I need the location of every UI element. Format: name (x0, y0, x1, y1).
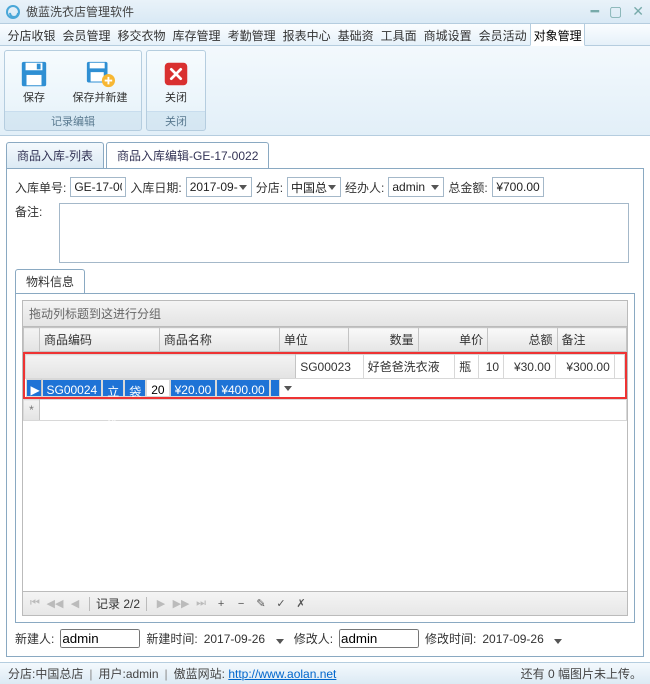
date-label: 入库日期: (130, 179, 181, 196)
modifier-label: 修改人: (294, 630, 333, 647)
save-new-label: 保存并新建 (73, 92, 128, 105)
mtime-select[interactable]: 2017-09-26 (482, 632, 566, 646)
branch-select[interactable]: 中国总 (287, 177, 341, 197)
modifier-input[interactable] (339, 629, 419, 648)
menu-item[interactable]: 考勤管理 (224, 24, 279, 45)
close-icon (160, 58, 192, 90)
status-bar: 分店: 中国总店 | 用户: admin | 傲蓝网站: http://www.… (0, 662, 650, 684)
maximize-button[interactable]: ▢ (609, 3, 622, 20)
grid-empty-area (23, 421, 627, 591)
ctime-select[interactable]: 2017-09-26 (204, 632, 288, 646)
status-branch-label: 分店: (8, 665, 35, 682)
nav-first[interactable]: ⏮ (27, 596, 43, 612)
date-select[interactable]: 2017-09- (186, 177, 252, 197)
minimize-button[interactable]: ━ (591, 3, 599, 20)
close-label: 关闭 (165, 92, 187, 105)
status-tail: 还有 0 幅图片未上传。 (521, 665, 642, 682)
remark-textarea[interactable] (59, 203, 629, 263)
creator-label: 新建人: (15, 630, 54, 647)
subtab-materials[interactable]: 物料信息 (15, 269, 85, 293)
window-title: 傲蓝洗衣店管理软件 (26, 3, 591, 20)
nav-label: 记录 2/2 (96, 595, 140, 612)
edit-panel: 入库单号: 入库日期: 2017-09- 分店: 中国总 经办人: admin … (6, 168, 644, 657)
order-no-input[interactable] (70, 177, 126, 197)
menu-item[interactable]: 对象管理 (530, 24, 585, 46)
audit-row: 新建人: 新建时间: 2017-09-26 修改人: 修改时间: 2017-09… (15, 629, 635, 648)
ribbon: 保存 保存并新建 记录编辑 关闭 关闭 (0, 46, 650, 136)
nav-next[interactable]: ▶ (153, 596, 169, 612)
nav-prev[interactable]: ◀ (67, 596, 83, 612)
ctime-label: 新建时间: (146, 630, 197, 647)
total-label: 总金额: (448, 179, 487, 196)
nav-last[interactable]: ⏭ (193, 596, 209, 612)
branch-label: 分店: (256, 179, 283, 196)
materials-panel: 拖动列标题到这进行分组 商品编码 商品名称 单位 数量 单价 总额 备注 (15, 293, 635, 623)
ribbon-group-edit: 保存 保存并新建 记录编辑 (4, 50, 142, 131)
nav-cancel[interactable]: ✗ (293, 596, 309, 612)
save-label: 保存 (23, 92, 45, 105)
total-input[interactable] (492, 177, 544, 197)
nav-del[interactable]: − (233, 596, 249, 612)
menu-item[interactable]: 移交衣物 (114, 24, 169, 45)
grid-highlight-box: SG00023好爸爸洗衣液瓶10¥30.00¥300.00▶SG00024立白洗… (23, 352, 627, 399)
group-hint: 拖动列标题到这进行分组 (22, 300, 628, 327)
materials-grid[interactable]: 商品编码 商品名称 单位 数量 单价 总额 备注 SG00023好爸爸洗衣液瓶1… (22, 327, 628, 592)
menu-item[interactable]: 商城设置 (420, 24, 475, 45)
handler-select[interactable]: admin (388, 177, 444, 197)
save-button[interactable]: 保存 (9, 55, 59, 107)
order-no-label: 入库单号: (15, 179, 66, 196)
ribbon-group-edit-label: 记录编辑 (5, 111, 141, 130)
grid-navigator: ⏮ ◀◀ ◀ 记录 2/2 ▶ ▶▶ ⏭ + − ✎ ✓ ✗ (22, 592, 628, 616)
col-remark[interactable]: 备注 (557, 328, 627, 352)
col-qty[interactable]: 数量 (349, 328, 418, 352)
tab-edit[interactable]: 商品入库编辑-GE-17-0022 (106, 142, 269, 168)
table-row[interactable]: ▶SG00024立白洗衣皂粉袋20¥20.00¥400.00 (26, 379, 296, 397)
app-icon (6, 5, 20, 19)
table-row[interactable]: SG00023好爸爸洗衣液瓶10¥30.00¥300.00 (26, 355, 625, 379)
status-site-label: 傲蓝网站: (174, 665, 225, 682)
close-button[interactable]: ✕ (632, 3, 644, 20)
creator-input[interactable] (60, 629, 140, 648)
mtime-label: 修改时间: (425, 630, 476, 647)
save-new-icon (84, 58, 116, 90)
menu-item[interactable]: 会员活动 (475, 24, 530, 45)
document-tabs: 商品入库-列表 商品入库编辑-GE-17-0022 (6, 142, 644, 168)
nav-edit[interactable]: ✎ (253, 596, 269, 612)
tab-list[interactable]: 商品入库-列表 (6, 142, 104, 168)
menu-item[interactable]: 会员管理 (59, 24, 114, 45)
menu-item[interactable]: 分店收银 (4, 24, 59, 45)
menu-item[interactable]: 报表中心 (279, 24, 334, 45)
nav-add[interactable]: + (213, 596, 229, 612)
col-amount[interactable]: 总额 (488, 328, 557, 352)
title-bar: 傲蓝洗衣店管理软件 ━ ▢ ✕ (0, 0, 650, 24)
menu-item[interactable]: 基础资 (334, 24, 377, 45)
menu-item[interactable]: 工具面 (377, 24, 420, 45)
col-code[interactable]: 商品编码 (40, 328, 160, 352)
nav-prev-page[interactable]: ◀◀ (47, 596, 63, 612)
status-user-label: 用户: (98, 665, 125, 682)
save-and-new-button[interactable]: 保存并新建 (63, 55, 137, 107)
ribbon-group-close-label: 关闭 (147, 111, 205, 130)
handler-label: 经办人: (345, 179, 384, 196)
col-unit[interactable]: 单位 (279, 328, 348, 352)
status-user: admin (126, 667, 159, 681)
status-site-link[interactable]: http://www.aolan.net (228, 667, 336, 681)
menu-item[interactable]: 库存管理 (169, 24, 224, 45)
nav-next-page[interactable]: ▶▶ (173, 596, 189, 612)
col-price[interactable]: 单价 (418, 328, 487, 352)
nav-ok[interactable]: ✓ (273, 596, 289, 612)
grid-rowheader (24, 328, 40, 352)
save-icon (18, 58, 50, 90)
remark-label: 备注: (15, 203, 55, 220)
status-branch: 中国总店 (35, 665, 83, 682)
col-name[interactable]: 商品名称 (159, 328, 279, 352)
menu-bar: 分店收银会员管理移交衣物库存管理考勤管理报表中心基础资工具面商城设置会员活动对象… (0, 24, 650, 46)
close-record-button[interactable]: 关闭 (151, 55, 201, 107)
ribbon-group-close: 关闭 关闭 (146, 50, 206, 131)
